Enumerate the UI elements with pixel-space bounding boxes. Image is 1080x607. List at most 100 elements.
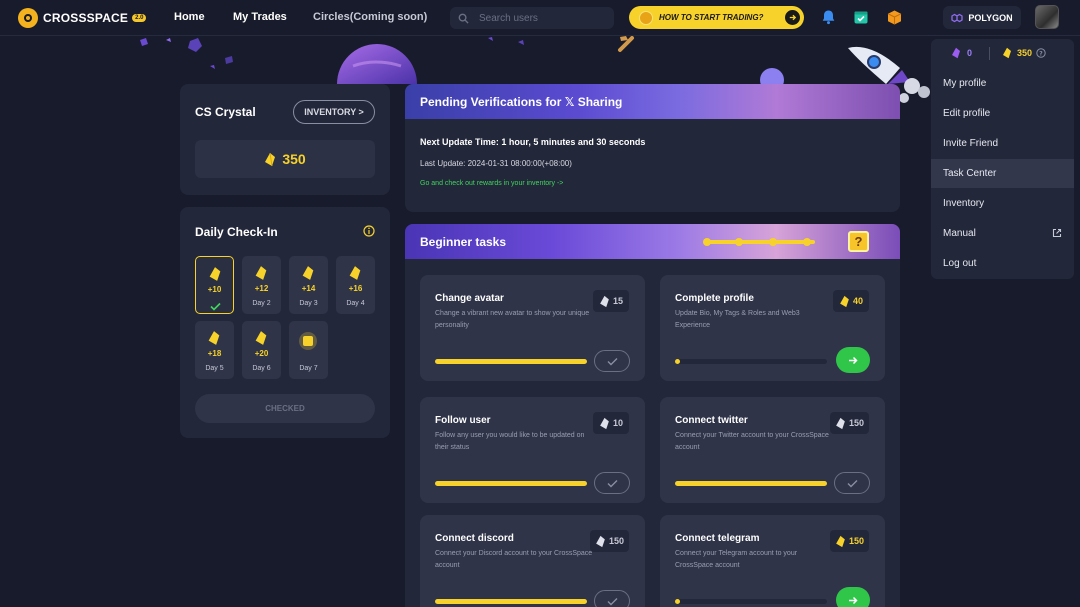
- search-bar[interactable]: [450, 7, 614, 29]
- task-done-button[interactable]: [594, 350, 630, 372]
- task-change-avatar: Change avatar Change a vibrant new avata…: [420, 275, 645, 381]
- menu-item-invite-friend[interactable]: Invite Friend: [931, 129, 1074, 158]
- task-reward: 40: [833, 290, 869, 312]
- task-complete-profile: Complete profile Update Bio, My Tags & R…: [660, 275, 885, 381]
- task-title: Complete profile: [675, 293, 754, 304]
- task-description: Connect your Twitter account to your Cro…: [675, 432, 829, 451]
- purple-crystal-icon: [951, 47, 961, 59]
- checkin-day-3[interactable]: +14 Day 3: [289, 256, 328, 314]
- task-description: Change a vibrant new avatar to show your…: [435, 310, 590, 329]
- task-progress-bar: [675, 359, 827, 364]
- coin-icon: [639, 10, 653, 25]
- search-input[interactable]: [479, 12, 599, 24]
- check-icon: [607, 357, 618, 366]
- rewards-link[interactable]: Go and check out rewards in your invento…: [420, 180, 563, 187]
- menu-item-log-out[interactable]: Log out: [931, 249, 1074, 278]
- small-planet-decor: [760, 68, 784, 86]
- info-icon[interactable]: [363, 224, 375, 242]
- inventory-button[interactable]: INVENTORY >: [293, 100, 375, 124]
- tasks-progress-track: [703, 238, 815, 246]
- task-reward: 150: [829, 530, 869, 552]
- task-progress-bar: [435, 599, 587, 604]
- menu-item-edit-profile[interactable]: Edit profile: [931, 99, 1074, 128]
- avatar[interactable]: [1035, 5, 1059, 29]
- mystery-box-icon: ?: [848, 231, 869, 252]
- gold-crystal-icon: [208, 266, 222, 287]
- menu-item-label: Manual: [943, 228, 976, 239]
- cs-crystal-card: CS Crystal INVENTORY > 350: [180, 84, 390, 195]
- task-title: Connect discord: [435, 533, 514, 544]
- task-go-button[interactable]: [836, 587, 870, 607]
- crystal-amount: 350: [282, 151, 306, 167]
- pending-verifications-card: Pending Verifications for 𝕏 Sharing Next…: [405, 84, 900, 212]
- mystery-chest-icon: [298, 331, 318, 356]
- checklist-calendar-icon[interactable]: [853, 9, 869, 30]
- task-description: Update Bio, My Tags & Roles and Web3 Exp…: [675, 310, 800, 329]
- checkin-amount: +14: [301, 284, 316, 293]
- box-icon[interactable]: [886, 9, 903, 31]
- menu-item-inventory[interactable]: Inventory: [931, 189, 1074, 218]
- profile-dropdown-menu: 0 350 ? My profile Edit profile Invite F…: [931, 39, 1074, 279]
- checkin-day-4[interactable]: +16 Day 4: [336, 256, 375, 314]
- cs-crystal-title: CS Crystal: [195, 105, 256, 119]
- checkin-day-label: Day 5: [205, 365, 224, 372]
- nav-circles[interactable]: Circles(Coming soon): [313, 11, 427, 23]
- checkin-day-label: Day 4: [346, 300, 365, 307]
- arrow-right-icon: [785, 10, 800, 25]
- help-icon[interactable]: ?: [1036, 48, 1046, 58]
- menu-balances: 0 350 ?: [931, 39, 1074, 67]
- nav-my-trades[interactable]: My Trades: [233, 11, 287, 23]
- checkin-day-6[interactable]: +20 Day 6: [242, 321, 281, 379]
- logo-text: CROSSSPACE: [43, 11, 129, 25]
- checkin-day-label: Day 7: [299, 365, 318, 372]
- task-progress-bar: [675, 599, 827, 604]
- logo[interactable]: CROSSSPACE 2.0: [18, 8, 147, 28]
- crystal-balance: 350: [195, 140, 375, 178]
- checkin-day-5[interactable]: +18 Day 5: [195, 321, 234, 379]
- menu-item-my-profile[interactable]: My profile: [931, 69, 1074, 98]
- task-reward-amount: 40: [852, 296, 863, 306]
- task-done-button[interactable]: [834, 472, 870, 494]
- check-icon: [607, 479, 618, 488]
- task-description: Connect your Telegram account to your Cr…: [675, 550, 798, 569]
- task-go-button[interactable]: [836, 347, 870, 373]
- bell-icon[interactable]: [821, 9, 836, 30]
- task-reward: 150: [589, 530, 629, 552]
- daily-checkin-card: Daily Check-In +10 +12 Day 2 +14 Day 3 +…: [180, 207, 390, 438]
- pending-banner: Pending Verifications for 𝕏 Sharing: [405, 84, 900, 119]
- task-done-button[interactable]: [594, 590, 630, 607]
- task-connect-twitter: Connect twitter Connect your Twitter acc…: [660, 397, 885, 503]
- task-progress-bar: [435, 481, 587, 486]
- how-to-trade-label: HOW TO START TRADING?: [659, 13, 764, 22]
- pending-title: Pending Verifications for 𝕏 Sharing: [420, 95, 623, 109]
- asteroid-decor: [140, 38, 233, 69]
- task-connect-discord: Connect discord Connect your Discord acc…: [420, 515, 645, 607]
- checkin-day-1[interactable]: +10: [195, 256, 234, 314]
- how-to-trade-button[interactable]: HOW TO START TRADING?: [629, 6, 804, 29]
- gold-crystal-icon: [254, 265, 268, 286]
- checkin-day-7[interactable]: Day 7: [289, 321, 328, 379]
- network-selector[interactable]: POLYGON: [943, 6, 1021, 29]
- checkin-day-2[interactable]: +12 Day 2: [242, 256, 281, 314]
- checkin-day-label: Day 3: [299, 300, 318, 307]
- menu-item-task-center[interactable]: Task Center: [931, 159, 1074, 188]
- external-link-icon: [1052, 228, 1062, 238]
- checked-button[interactable]: CHECKED: [195, 394, 375, 423]
- check-icon: [847, 479, 858, 488]
- gold-crystal-icon: [254, 330, 268, 351]
- daily-checkin-title: Daily Check-In: [195, 225, 278, 239]
- stars-decor: [488, 36, 634, 52]
- last-update-time: Last Update: 2024-01-31 08:00:00(+08:00): [420, 159, 572, 168]
- network-label: POLYGON: [968, 12, 1013, 23]
- task-progress-bar: [675, 481, 827, 486]
- task-reward-amount: 10: [612, 418, 623, 428]
- task-title: Connect twitter: [675, 415, 748, 426]
- menu-item-manual[interactable]: Manual: [931, 219, 1074, 248]
- nav-home[interactable]: Home: [174, 11, 205, 23]
- task-done-button[interactable]: [594, 472, 630, 494]
- task-reward-amount: 15: [612, 296, 623, 306]
- task-title: Change avatar: [435, 293, 504, 304]
- beginner-tasks-card: Beginner tasks ? Change avatar Change a …: [405, 224, 900, 607]
- check-icon: [607, 597, 618, 606]
- tasks-banner: Beginner tasks ?: [405, 224, 900, 259]
